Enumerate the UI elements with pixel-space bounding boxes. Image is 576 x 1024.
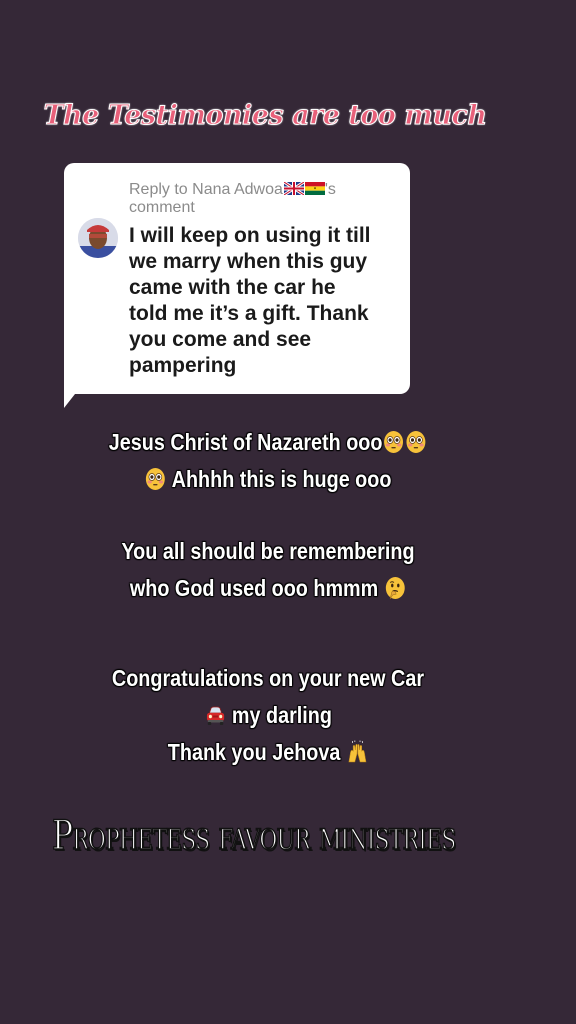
flushed-face-icon (384, 431, 404, 453)
reply-comment-text: I will keep on using it till we marry wh… (129, 223, 404, 379)
caption-text: Jesus Christ of Nazareth ooo (108, 429, 383, 455)
reply-to-label: Reply to Nana Adwoa (129, 181, 283, 198)
caption-block-2: You all should be remembering who God us… (38, 533, 499, 607)
reply-text-line: you come and see (129, 328, 312, 351)
car-icon (206, 706, 224, 725)
uk-flag-icon (283, 182, 304, 195)
commenter-avatar[interactable] (78, 218, 118, 258)
caption-text: Ahhhh this is huge ooo (171, 466, 392, 492)
reply-text-line: we marry when this guy (129, 250, 368, 273)
ghana-flag-icon (304, 182, 325, 195)
reply-text-line: told me it’s a gift. Thank (129, 302, 369, 325)
flushed-face-icon (406, 431, 426, 453)
caption-text: my darling (231, 702, 332, 728)
reply-text-line: I will keep on using it till (129, 224, 371, 247)
caption-text: who God used ooo hmmm (129, 575, 379, 601)
caption-block-1: Jesus Christ of Nazareth ooo Ahhhh this … (38, 424, 499, 498)
caption-text: You all should be remembering (121, 538, 415, 564)
ministry-signature: Prophetess favour ministries (51, 812, 456, 860)
raising-hands-icon (348, 740, 366, 763)
reply-header: Reply to Nana Adwoa 's comment (129, 181, 399, 217)
headline-text: The Testimonies are too much (43, 100, 488, 132)
thinking-face-icon (385, 577, 405, 600)
caption-text: Congratulations on your new Car (111, 665, 425, 691)
caption-block-3: Congratulations on your new Car my darli… (38, 660, 499, 771)
reply-text-line: pampering (129, 354, 237, 377)
reply-text-line: came with the car he (129, 276, 336, 299)
caption-text: Thank you Jehova (167, 739, 341, 765)
reply-suffix: 's (324, 181, 336, 198)
flushed-face-icon (146, 468, 166, 490)
reply-comment-label: comment (129, 199, 195, 216)
reply-comment-card[interactable]: Reply to Nana Adwoa 's comment I will kee… (64, 163, 410, 394)
